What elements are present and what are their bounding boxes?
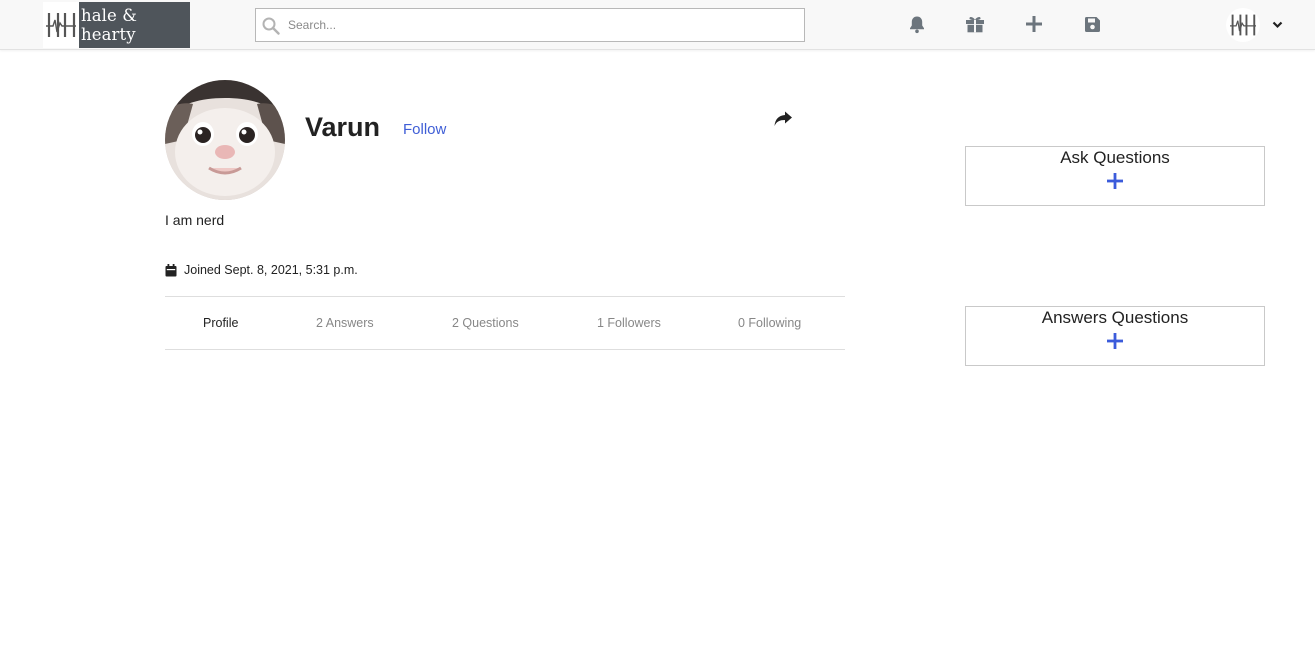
answers-questions-title: Answers Questions <box>1041 308 1189 327</box>
tab-answers[interactable]: 2 Answers <box>316 316 374 330</box>
hh-logo-icon <box>43 2 79 48</box>
account-menu[interactable] <box>1226 8 1286 42</box>
joined-text: Joined Sept. 8, 2021, 5:31 p.m. <box>184 263 358 277</box>
profile-name: Varun <box>305 112 381 142</box>
search-box <box>255 8 805 42</box>
search-input[interactable] <box>288 9 798 41</box>
chevron-down-icon <box>1272 21 1283 29</box>
user-avatar <box>1226 8 1260 42</box>
calendar-icon <box>165 263 177 276</box>
plus-icon[interactable] <box>1107 333 1123 349</box>
top-navbar: hale & hearty <box>0 0 1315 50</box>
search-icon <box>262 17 280 40</box>
profile-photo <box>165 80 285 200</box>
ask-questions-card[interactable]: Ask Questions <box>965 146 1265 206</box>
plus-icon[interactable] <box>1107 173 1123 189</box>
answers-questions-card[interactable]: Answers Questions <box>965 306 1265 366</box>
follow-button[interactable]: Follow <box>403 121 446 138</box>
brand-logo[interactable]: hale & hearty <box>43 2 190 48</box>
tab-questions[interactable]: 2 Questions <box>452 316 519 330</box>
brand-name: hale & hearty <box>79 2 190 48</box>
tab-following[interactable]: 0 Following <box>738 316 801 330</box>
share-icon[interactable] <box>773 110 793 128</box>
tab-followers[interactable]: 1 Followers <box>597 316 661 330</box>
joined-date: Joined Sept. 8, 2021, 5:31 p.m. <box>165 263 358 277</box>
profile-tabs: Profile 2 Answers 2 Questions 1 Follower… <box>165 296 845 350</box>
add-icon[interactable] <box>1024 14 1044 34</box>
gift-icon[interactable] <box>965 14 985 34</box>
bell-icon[interactable] <box>907 14 927 34</box>
tab-profile[interactable]: Profile <box>203 316 238 330</box>
profile-bio: I am nerd <box>165 212 225 228</box>
ask-questions-title: Ask Questions <box>1060 148 1170 167</box>
save-icon[interactable] <box>1082 14 1102 34</box>
